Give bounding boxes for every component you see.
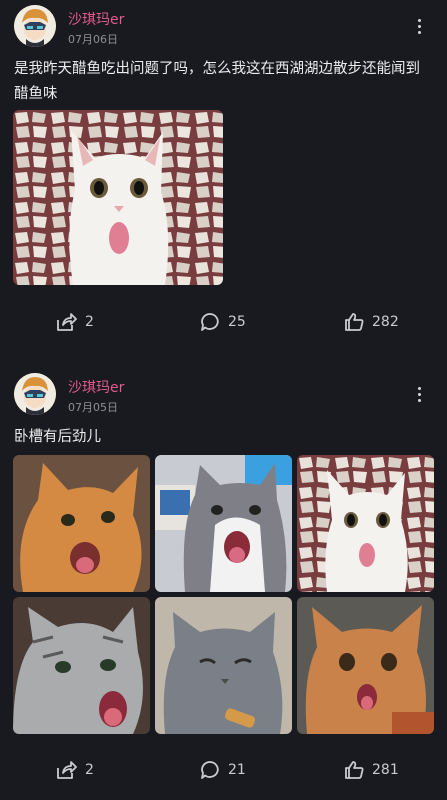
post-actions: 2 21 281 (0, 758, 447, 782)
like-button[interactable]: 281 (344, 758, 399, 782)
avatar[interactable] (14, 5, 56, 47)
post-content: 是我昨天醋鱼吃出问题了吗，怎么我这在西湖湖边散步还能闻到醋鱼味 (14, 61, 420, 102)
like-count: 281 (372, 762, 399, 778)
comment-button[interactable]: 21 (200, 758, 246, 782)
comment-icon (201, 313, 219, 331)
thumbs-up-icon (345, 313, 364, 331)
post-date: 07月05日 (68, 401, 118, 414)
share-count: 2 (85, 314, 94, 330)
post-image-white-cat[interactable] (13, 110, 223, 285)
like-count: 282 (372, 314, 399, 330)
thumbs-up-icon (345, 761, 364, 779)
like-button[interactable]: 282 (344, 310, 399, 334)
share-count: 2 (85, 762, 94, 778)
grid-image-ginger-cat[interactable] (297, 597, 434, 734)
more-vertical-icon[interactable] (409, 383, 429, 407)
post-actions: 2 25 282 (0, 310, 447, 334)
post-date: 07月06日 (68, 33, 118, 46)
avatar[interactable] (14, 373, 56, 415)
grid-image-orange-cat[interactable] (13, 455, 150, 592)
more-vertical-icon[interactable] (409, 15, 429, 39)
grid-image-tabby-cat[interactable] (13, 597, 150, 734)
comment-count: 21 (228, 762, 246, 778)
comment-count: 25 (228, 314, 246, 330)
post-content: 卧槽有后劲儿 (14, 429, 101, 445)
username[interactable]: 沙琪玛er (68, 9, 124, 29)
comment-icon (201, 761, 219, 779)
comment-button[interactable]: 25 (200, 310, 246, 334)
grid-image-white-cat[interactable] (297, 455, 434, 592)
grid-image-gray-white-cat[interactable] (155, 455, 292, 592)
grid-image-blue-cat[interactable] (155, 597, 292, 734)
share-icon (57, 313, 77, 331)
share-button[interactable]: 2 (55, 758, 94, 782)
share-button[interactable]: 2 (55, 310, 94, 334)
username[interactable]: 沙琪玛er (68, 377, 124, 397)
share-icon (57, 761, 77, 779)
